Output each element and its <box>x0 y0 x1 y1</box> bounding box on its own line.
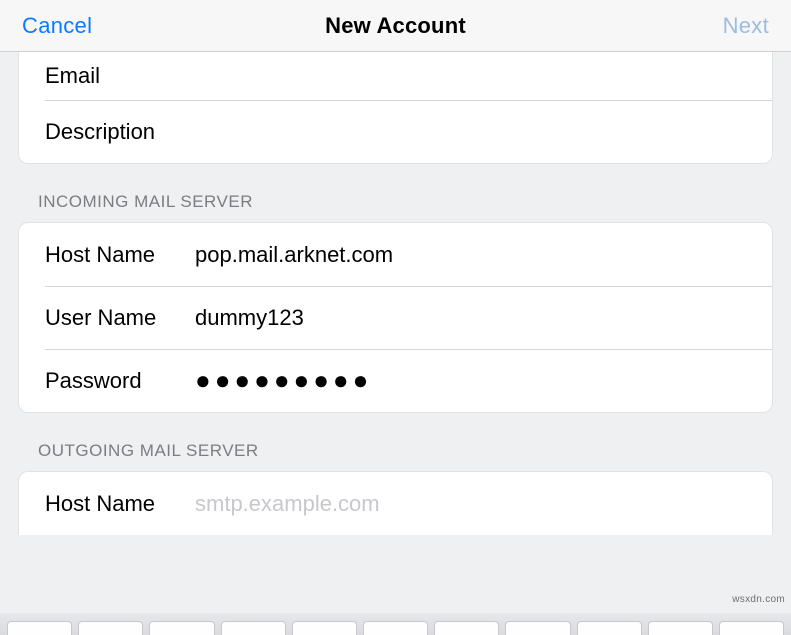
key-top <box>78 621 143 635</box>
next-button[interactable]: Next <box>723 13 769 39</box>
email-input[interactable] <box>195 63 772 89</box>
incoming-host-label: Host Name <box>45 242 195 268</box>
key-top <box>648 621 713 635</box>
description-row[interactable]: Description <box>19 100 772 163</box>
nav-bar: Cancel New Account Next <box>0 0 791 52</box>
incoming-user-row[interactable]: User Name <box>19 286 772 349</box>
key-top <box>7 621 72 635</box>
description-input[interactable] <box>195 119 772 145</box>
incoming-host-input[interactable] <box>195 242 772 268</box>
key-top <box>292 621 357 635</box>
outgoing-host-label: Host Name <box>45 491 195 517</box>
page-title: New Account <box>325 13 466 39</box>
incoming-user-input[interactable] <box>195 305 772 331</box>
description-label: Description <box>45 119 195 145</box>
account-info-group: Email Description <box>18 52 773 164</box>
email-label: Email <box>45 63 195 89</box>
incoming-host-row[interactable]: Host Name <box>19 223 772 286</box>
key-top <box>719 621 784 635</box>
outgoing-server-group: Host Name <box>18 471 773 535</box>
watermark-text: wsxdn.com <box>732 594 785 605</box>
incoming-server-group: Host Name User Name Password ●●●●●●●●● <box>18 222 773 413</box>
keyboard-preview <box>0 613 791 635</box>
key-top <box>221 621 286 635</box>
key-top <box>577 621 642 635</box>
incoming-password-label: Password <box>45 368 195 394</box>
outgoing-host-row[interactable]: Host Name <box>19 472 772 535</box>
outgoing-host-input[interactable] <box>195 491 772 517</box>
email-row[interactable]: Email <box>19 52 772 100</box>
key-top <box>149 621 214 635</box>
key-top <box>363 621 428 635</box>
key-top <box>434 621 499 635</box>
key-top <box>505 621 570 635</box>
outgoing-header: OUTGOING MAIL SERVER <box>0 413 791 471</box>
cancel-button[interactable]: Cancel <box>22 13 92 39</box>
incoming-header: INCOMING MAIL SERVER <box>0 164 791 222</box>
incoming-password-input[interactable]: ●●●●●●●●● <box>195 365 772 396</box>
incoming-password-row[interactable]: Password ●●●●●●●●● <box>19 349 772 412</box>
incoming-user-label: User Name <box>45 305 195 331</box>
